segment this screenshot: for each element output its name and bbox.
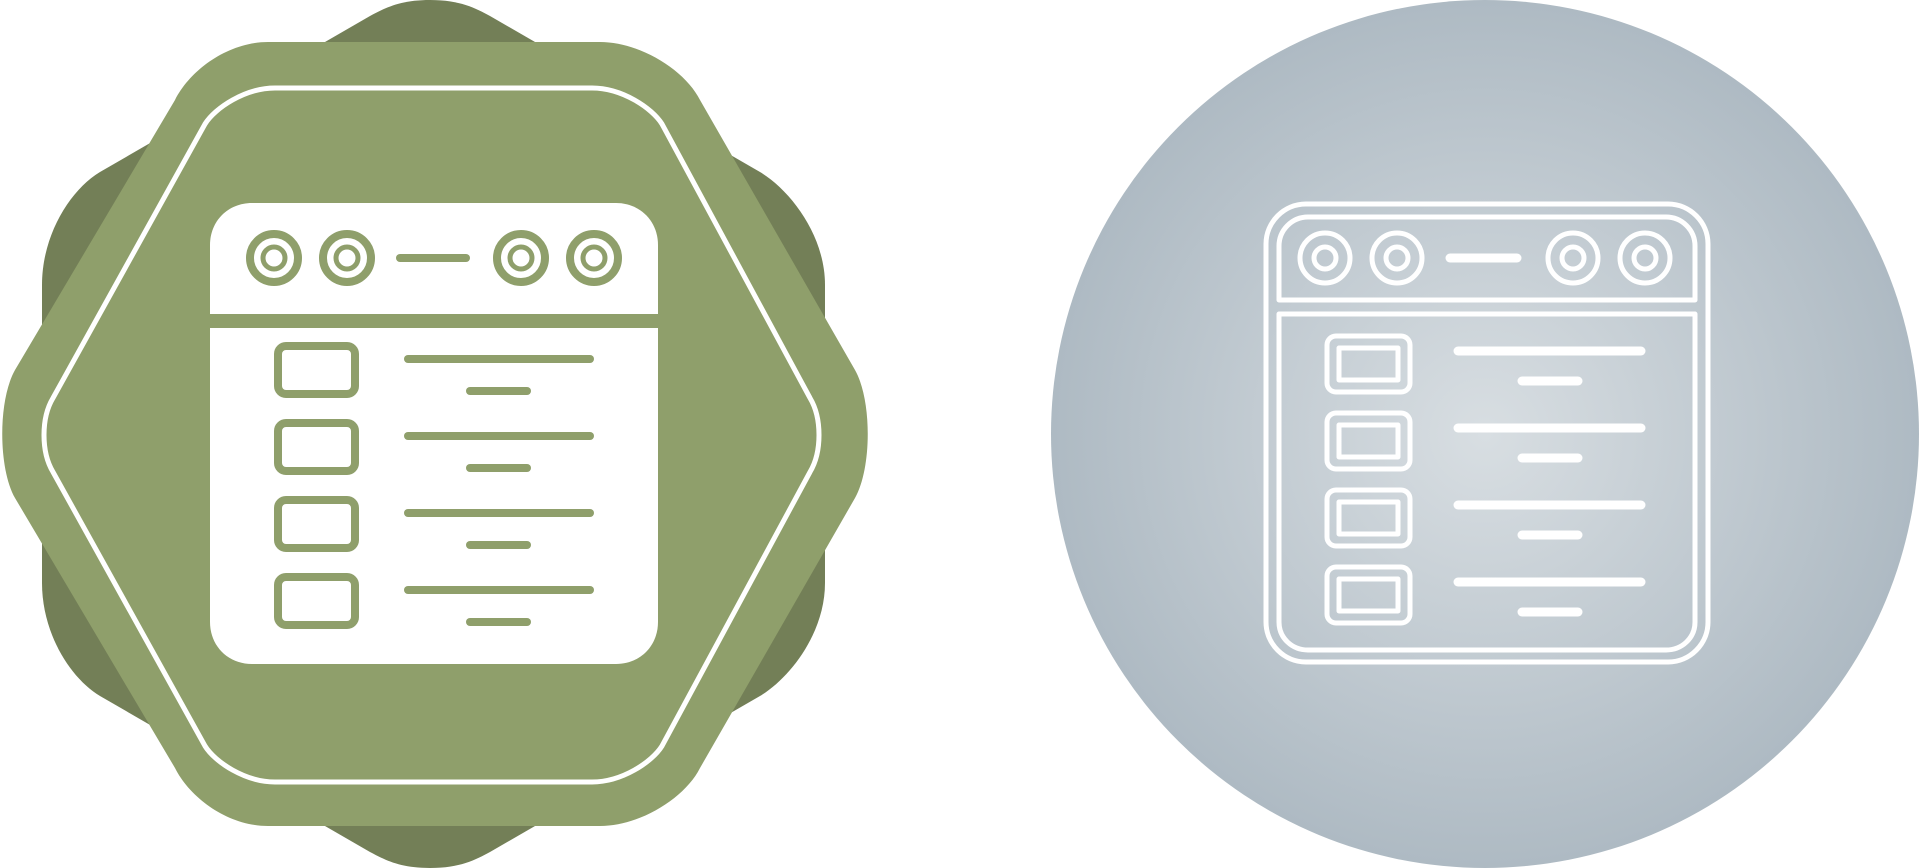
circle-badge-shape <box>1051 0 1919 868</box>
browser-list-glyph-icon <box>2 0 868 868</box>
browser-list-line-icon <box>1051 0 1919 868</box>
icon-pair-canvas <box>0 0 1920 868</box>
browser-window <box>210 203 658 664</box>
